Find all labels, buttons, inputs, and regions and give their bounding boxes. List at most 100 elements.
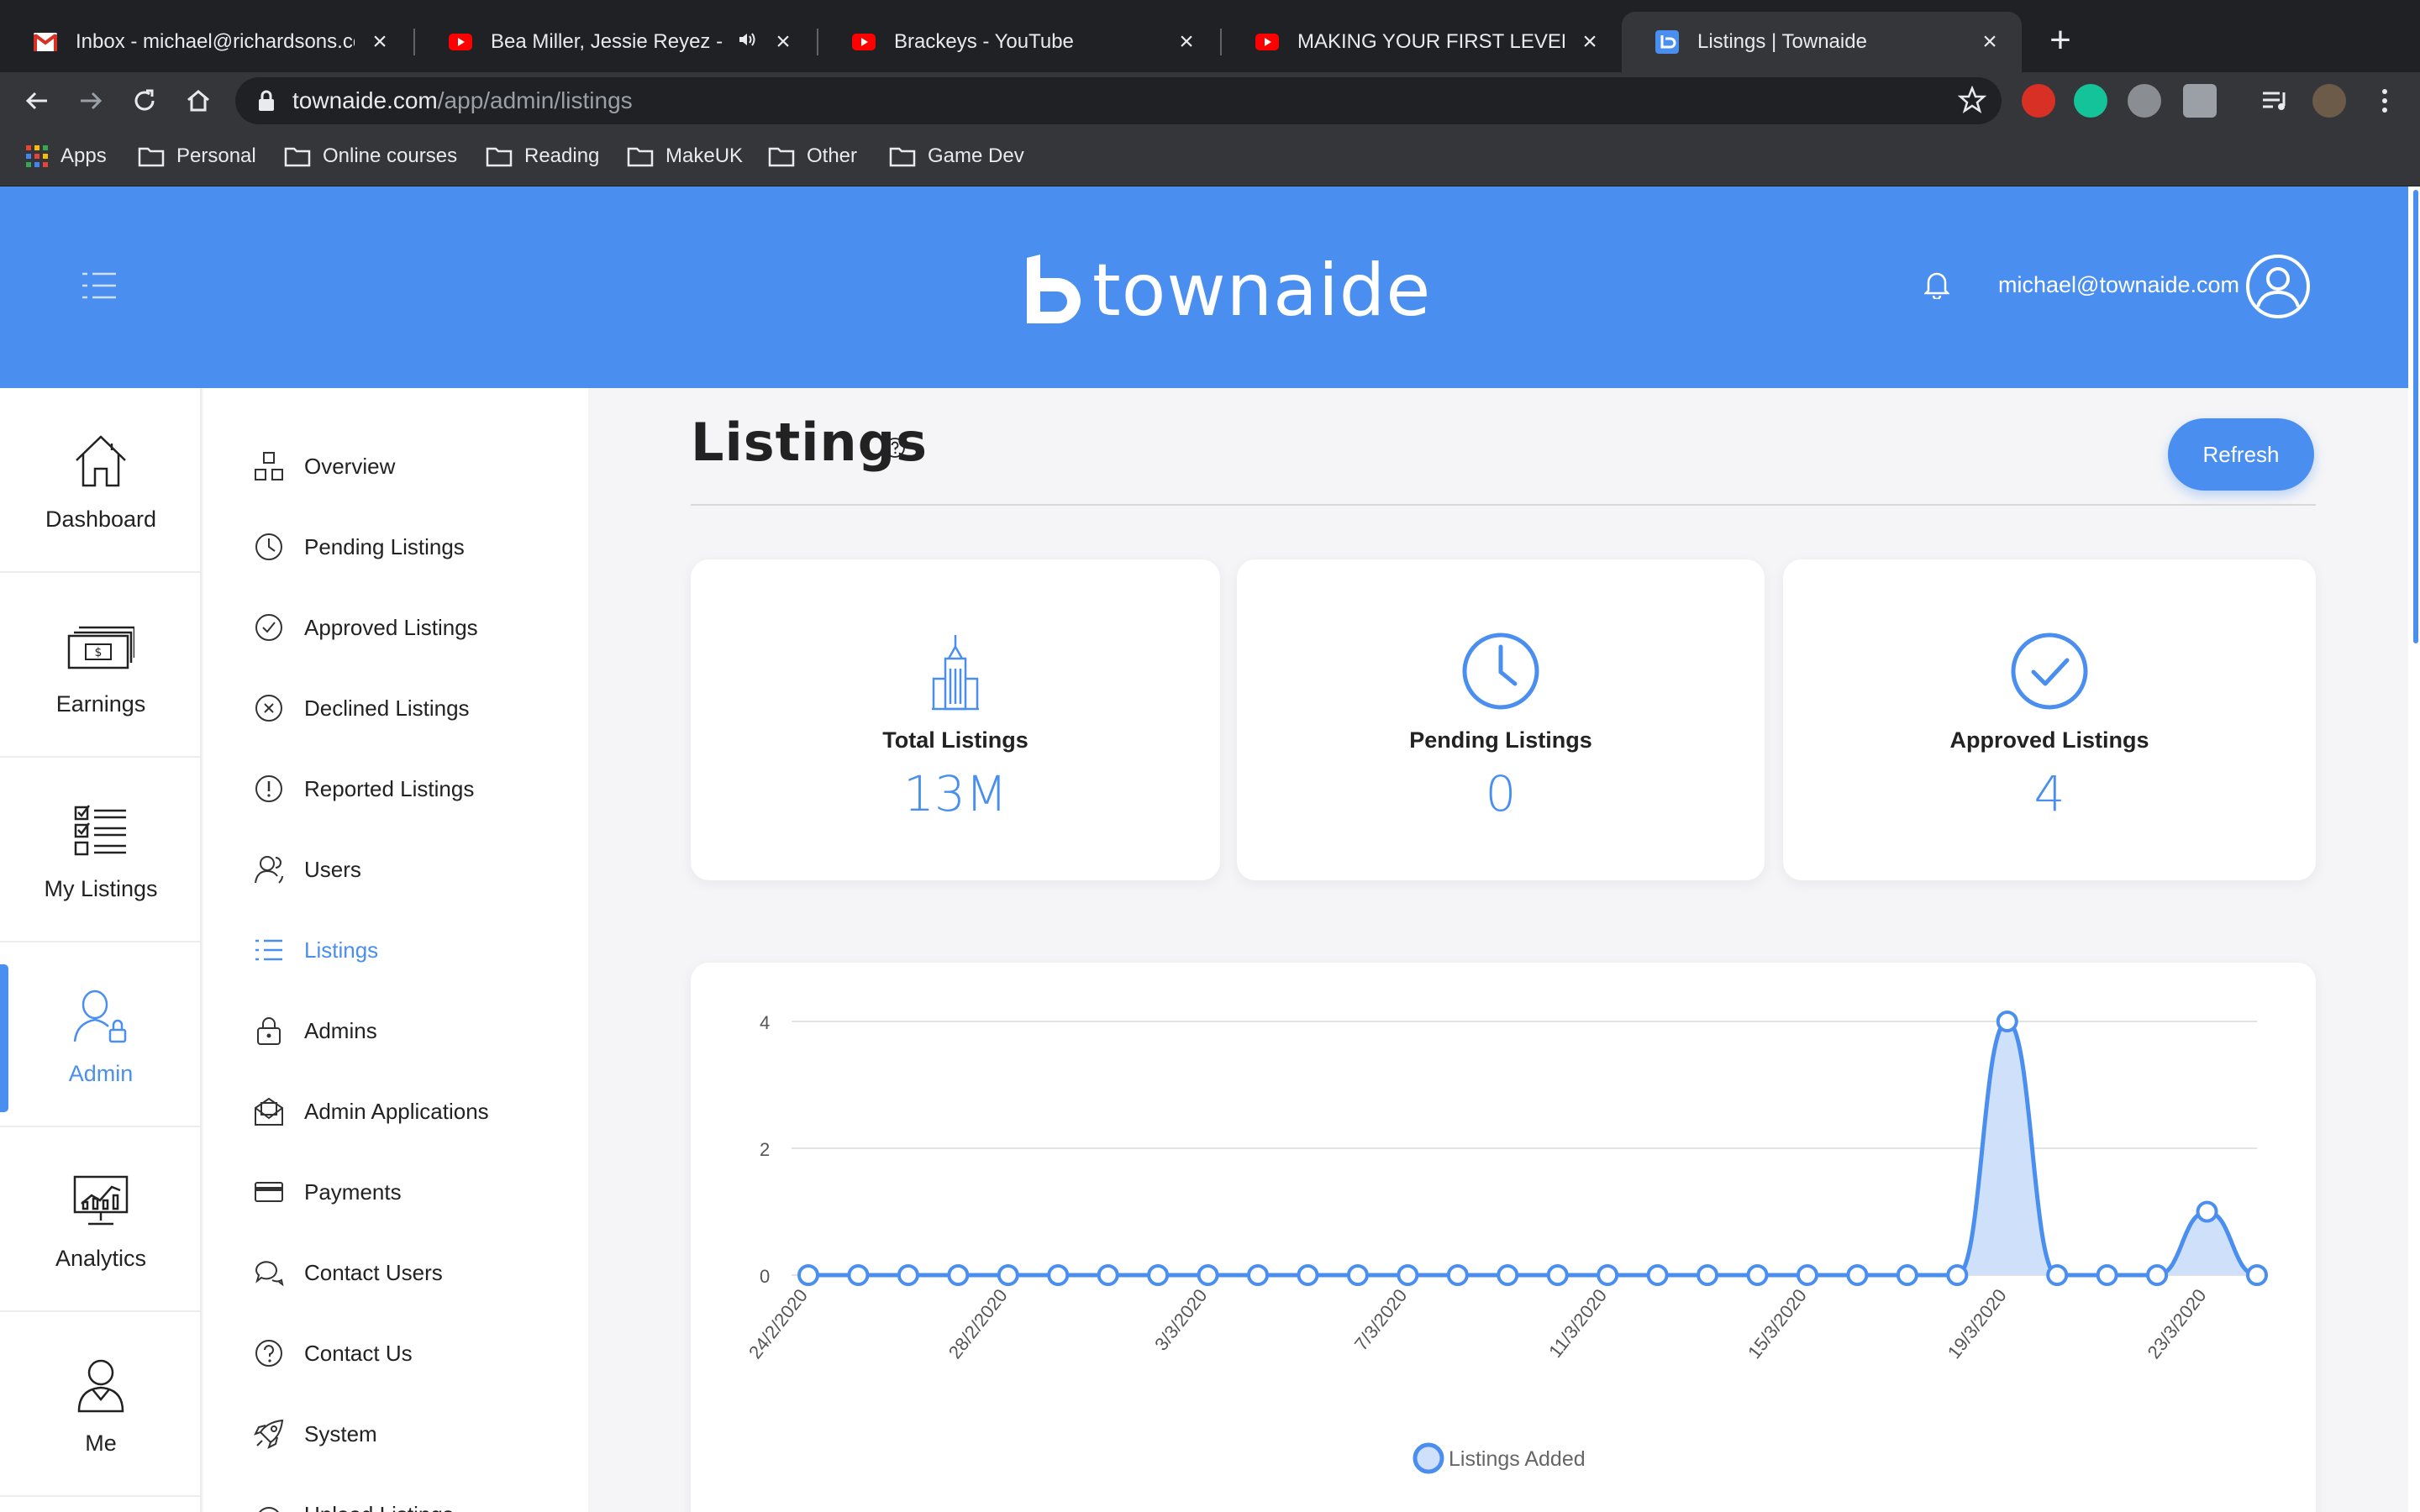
extension-k-icon[interactable] [2183,84,2217,118]
reload-button[interactable] [128,84,161,118]
rail-item-admin[interactable]: Admin [0,942,202,1127]
tab-bea-miller[interactable]: Bea Miller, Jessie Reyez - FE × [415,12,815,72]
submenu-item-pending-listings[interactable]: Pending Listings [252,526,465,568]
forward-button[interactable] [74,84,108,118]
media-queue-icon[interactable] [2259,84,2292,118]
primary-nav-rail: Dashboard $ Earnings My Listings Admin A… [0,388,202,1512]
data-point [1247,1264,1270,1286]
rail-item-dashboard[interactable]: Dashboard [0,388,202,573]
bookmark-folder-online-courses[interactable]: Online courses [284,144,457,168]
new-tab-button[interactable]: + [2042,22,2079,60]
app-header: townaide michael@townaide.com [0,186,2408,388]
tab-making-first-level[interactable]: MAKING YOUR FIRST LEVEL in U × [1222,12,1622,72]
notification-bell-icon[interactable] [1923,269,1951,303]
address-bar[interactable]: townaide.com/app/admin/listings [235,77,2002,124]
tab-brackeys[interactable]: Brackeys - YouTube × [818,12,1218,72]
tab-title: MAKING YOUR FIRST LEVEL in U [1297,30,1565,53]
admin-submenu: Overview Pending Listings Approved Listi… [203,388,588,1512]
menu-toggle-icon[interactable] [81,269,118,302]
bookmark-folder-game-dev[interactable]: Game Dev [889,144,1024,168]
bookmark-folder-personal[interactable]: Personal [138,144,256,168]
rail-item-analytics[interactable]: Analytics [0,1127,202,1312]
submenu-item-system[interactable]: System [252,1413,377,1455]
x-tick-label: 11/3/2020 [1544,1285,1611,1362]
browser-menu-icon[interactable] [2368,84,2402,118]
submenu-item-admin-applications[interactable]: Admin Applications [252,1090,489,1132]
upload-icon [252,1498,286,1512]
submenu-item-overview[interactable]: Overview [252,445,395,487]
url-text: townaide.com/app/admin/listings [292,87,633,114]
home-icon [187,90,209,112]
submenu-item-users[interactable]: Users [252,848,361,890]
bookmark-folder-makeuk[interactable]: MakeUK [627,144,743,168]
submenu-item-contact-users[interactable]: Contact Users [252,1252,443,1294]
extension-adblock-icon[interactable] [2022,84,2055,118]
bookmark-label: Reading [524,144,600,167]
help-question-icon[interactable] [884,437,906,463]
listings-area-chart: 0 2 4 24/2/2020 28/2/2020 3/3/2020 7/3/2020 11/… [744,1011,2268,1474]
submenu-item-admins[interactable]: Admins [252,1010,377,1052]
submenu-item-approved-listings[interactable]: Approved Listings [252,606,478,648]
submenu-item-label: Listings [304,937,379,963]
arrow-right-icon [81,92,103,110]
extension-arc-icon[interactable] [2128,84,2161,118]
extension-grammarly-icon[interactable] [2074,84,2107,118]
user-email[interactable]: michael@townaide.com [1998,272,2239,298]
stat-card-label: Total Listings [882,727,1028,753]
stat-card-total-listings: Total Listings 13M [691,559,1220,880]
townaide-logo-mark-icon [1023,253,1084,329]
main-content: Listings Refresh Total Listings 13M Pend… [588,388,2408,1512]
close-icon[interactable]: × [368,29,392,55]
house-icon [67,428,134,495]
submenu-item-listings[interactable]: Listings [252,929,378,971]
tab-title: Listings | Townaide [1697,30,1867,53]
submenu-item-label: Contact Users [304,1259,443,1285]
folder-icon [486,145,513,167]
submenu-item-payments[interactable]: Payments [252,1171,402,1213]
home-button[interactable] [182,84,215,118]
data-point [1546,1264,1569,1286]
back-button[interactable] [20,84,54,118]
rail-item-label: Dashboard [45,506,157,532]
bookmark-apps[interactable]: Apps [25,144,107,168]
reload-icon [134,89,155,111]
close-icon[interactable]: × [1578,29,1602,55]
admin-user-lock-icon [67,982,134,1049]
credit-card-icon [252,1175,286,1209]
speaker-icon[interactable] [738,30,758,54]
bookmark-folder-reading[interactable]: Reading [486,144,599,168]
submenu-item-declined-listings[interactable]: Declined Listings [252,687,470,729]
page-scrollbar-thumb[interactable] [2413,190,2418,643]
data-point [1697,1264,1719,1286]
tab-inbox[interactable]: Inbox - michael@richardsons.co × [0,12,412,72]
data-point [997,1264,1019,1286]
banknotes-icon: $ [67,612,134,680]
bookmark-label: MakeUK [666,144,744,167]
data-point [1597,1264,1619,1286]
submenu-item-contact-us[interactable]: Contact Us [252,1332,413,1374]
bookmark-star-icon[interactable] [1957,85,1987,118]
close-icon[interactable]: × [1175,29,1198,55]
rail-item-earnings[interactable]: $ Earnings [0,573,202,758]
submenu-item-label: Upload Listings [304,1502,454,1512]
bookmark-folder-other[interactable]: Other [768,144,857,168]
close-icon[interactable]: × [771,29,795,55]
url-domain: townaide.com [292,87,438,113]
rail-item-me[interactable]: Me [0,1312,202,1497]
rail-item-label: Earnings [55,690,146,717]
profile-avatar[interactable] [2312,84,2346,118]
browser-toolbar: townaide.com/app/admin/listings [0,72,2420,129]
refresh-button[interactable]: Refresh [2168,418,2314,491]
check-circle-icon [2010,627,2089,711]
rail-item-my-listings[interactable]: My Listings [0,758,202,942]
bookmark-label: Personal [176,144,256,167]
submenu-item-reported-listings[interactable]: Reported Listings [252,768,474,810]
rail-item-label: Me [85,1430,117,1456]
submenu-item-label: Admins [304,1017,377,1043]
folder-icon [284,145,311,167]
townaide-logo[interactable]: townaide [1023,249,1431,333]
rail-item-label: Analytics [55,1245,147,1271]
user-avatar-icon[interactable] [2245,254,2311,319]
close-icon[interactable]: × [1978,29,2002,55]
submenu-item-upload-listings[interactable]: Upload Listings [252,1494,454,1512]
